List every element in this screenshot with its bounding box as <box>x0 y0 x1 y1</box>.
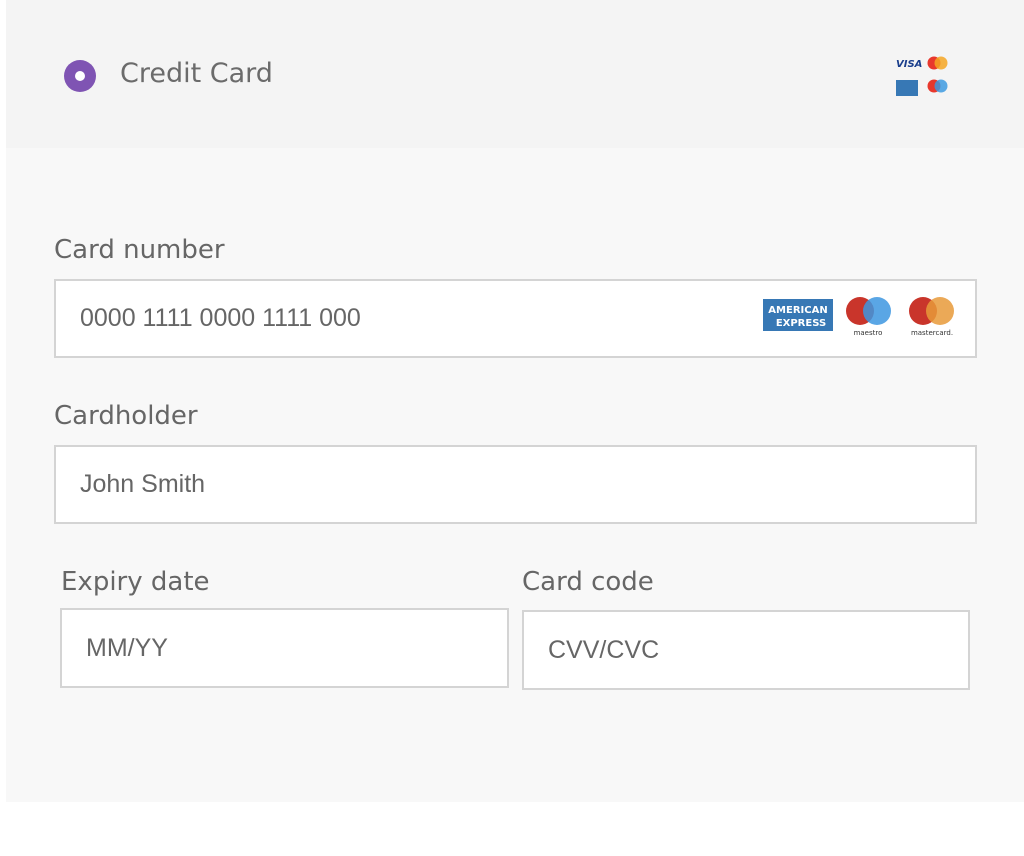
cardholder-label: Cardholder <box>54 401 198 431</box>
accepted-cards-icons: VISA <box>896 56 948 96</box>
svg-text:AMERICAN: AMERICAN <box>768 305 827 316</box>
card-number-placeholder: 0000 1111 0000 1111 000 <box>80 304 361 332</box>
svg-text:maestro: maestro <box>854 329 883 337</box>
svg-text:EXPRESS: EXPRESS <box>776 318 826 329</box>
payment-method-title: Credit Card <box>120 58 273 89</box>
svg-text:mastercard.: mastercard. <box>911 329 953 337</box>
mastercard-icon: mastercard. <box>909 297 954 337</box>
card-code-input[interactable]: CVV/CVC <box>522 610 970 690</box>
card-number-input[interactable]: 0000 1111 0000 1111 000 AMERICAN EXPRESS … <box>54 279 977 358</box>
card-number-label: Card number <box>54 235 225 265</box>
card-code-label: Card code <box>522 567 654 597</box>
visa-icon: VISA <box>896 59 922 70</box>
expiry-input[interactable]: MM/YY <box>60 608 509 688</box>
cardholder-placeholder: John Smith <box>80 470 206 498</box>
amex-icon: AMERICAN EXPRESS <box>763 299 833 331</box>
expiry-placeholder: MM/YY <box>86 633 168 662</box>
payment-method-header[interactable]: Credit Card VISA <box>6 0 1024 148</box>
cardholder-input[interactable]: John Smith <box>54 445 977 524</box>
credit-card-radio[interactable] <box>64 60 96 92</box>
amex-icon <box>896 80 918 96</box>
maestro-icon: maestro <box>846 297 891 337</box>
card-code-placeholder: CVV/CVC <box>548 635 660 664</box>
expiry-label: Expiry date <box>61 567 210 597</box>
